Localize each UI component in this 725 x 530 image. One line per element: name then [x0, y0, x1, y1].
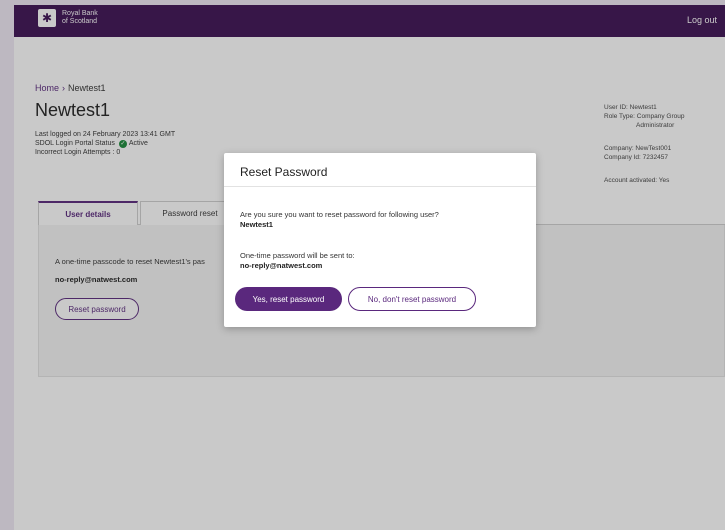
reset-password-dialog: Reset Password Are you sure you want to …: [224, 153, 536, 327]
confirm-reset-button[interactable]: Yes, reset password: [235, 287, 342, 311]
dialog-divider: [224, 186, 536, 187]
dialog-question: Are you sure you want to reset password …: [240, 210, 439, 230]
dialog-sent-to: One-time password will be sent to: no-re…: [240, 251, 355, 271]
question-text: Are you sure you want to reset password …: [240, 210, 439, 219]
dialog-username: Newtest1: [240, 220, 273, 229]
sent-to-label: One-time password will be sent to:: [240, 251, 355, 260]
cancel-reset-button[interactable]: No, don't reset password: [348, 287, 476, 311]
dialog-title: Reset Password: [240, 165, 328, 179]
dialog-email: no-reply@natwest.com: [240, 261, 323, 270]
